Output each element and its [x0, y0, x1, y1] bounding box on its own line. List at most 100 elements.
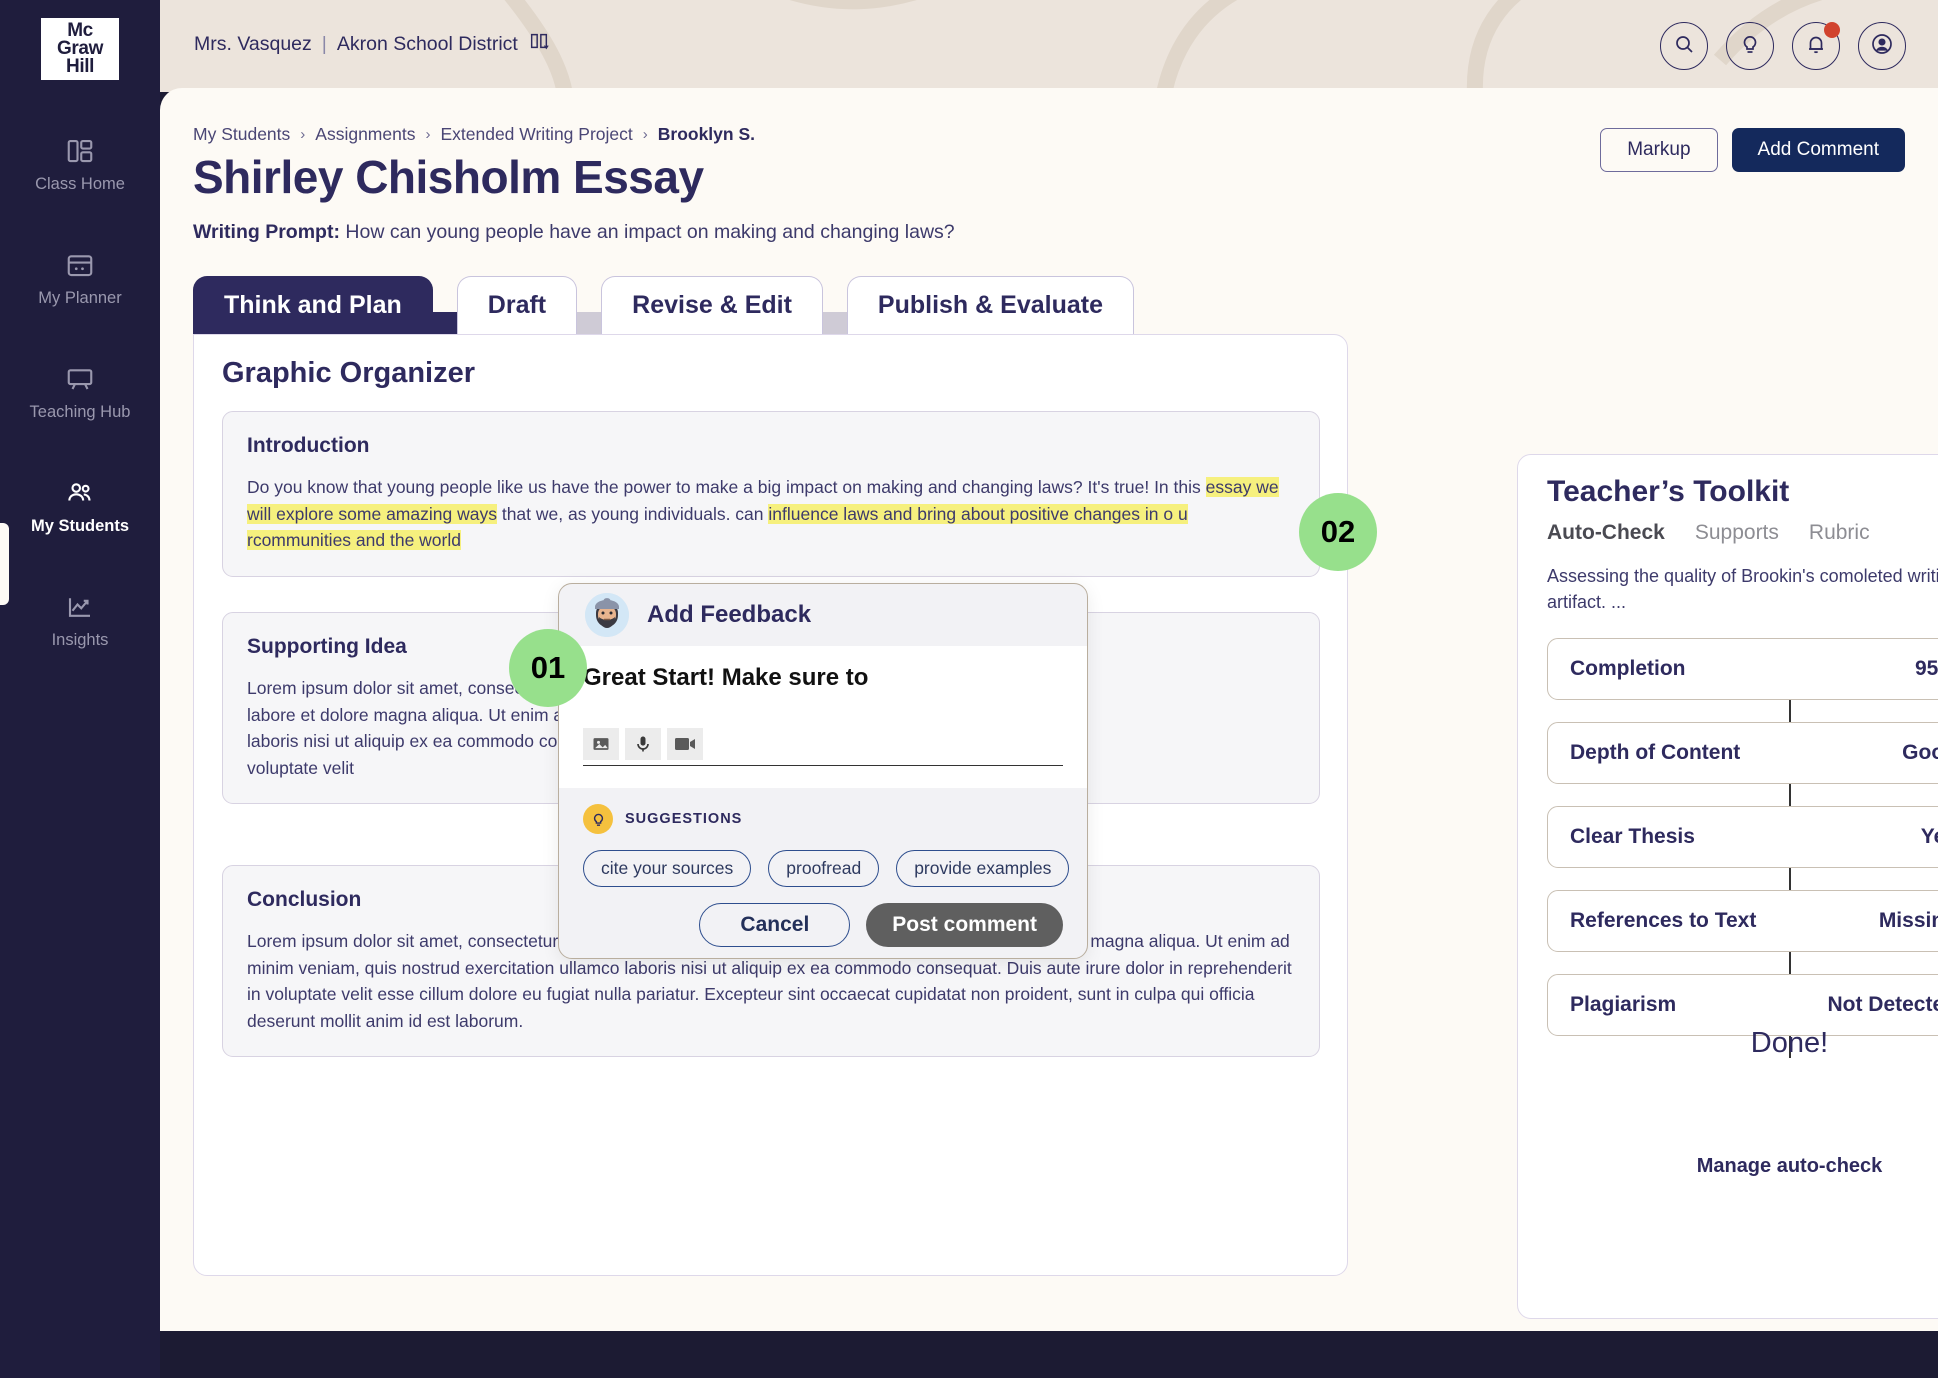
check-label: Completion — [1570, 657, 1686, 680]
add-feedback-modal: Add Feedback Great Start! Make sure to S… — [558, 583, 1088, 959]
toolkit-done-label: Done! — [1750, 1027, 1829, 1059]
app-root: Mc Graw Hill Class Home My Planner Teach… — [0, 0, 1938, 1378]
tab-connector-1 — [575, 312, 604, 334]
sidebar-item-class-home[interactable]: Class Home — [0, 136, 160, 194]
bell-icon — [1804, 32, 1828, 61]
breadcrumb-separator: › — [425, 126, 431, 143]
panel-heading: Graphic Organizer — [222, 357, 476, 389]
tab-think-and-plan[interactable]: Think and Plan — [193, 276, 433, 334]
sidebar: Mc Graw Hill Class Home My Planner Teach… — [0, 0, 160, 1378]
breadcrumb-item-2[interactable]: Extended Writing Project — [440, 124, 632, 145]
sidebar-item-teaching-hub[interactable]: Teaching Hub — [0, 364, 160, 422]
topbar: Mrs. Vasquez | Akron School District — [160, 0, 1938, 92]
check-result: Good — [1902, 735, 1938, 772]
sidebar-label: Insights — [51, 631, 109, 649]
cancel-button[interactable]: Cancel — [699, 903, 851, 947]
markup-button[interactable]: Markup — [1600, 128, 1718, 172]
check-row-clear-thesis[interactable]: Clear Thesis Yes — [1547, 806, 1938, 868]
manage-auto-check-link[interactable]: Manage auto-check — [1518, 1155, 1938, 1178]
section-card-introduction: Introduction Do you know that young peop… — [222, 411, 1320, 577]
sidebar-active-indicator — [0, 523, 9, 605]
feedback-toolbar — [583, 728, 1063, 766]
toolkit-tabs: Auto-Check Supports Rubric — [1547, 521, 1870, 545]
chart-icon — [65, 592, 95, 622]
tab-revise-and-edit[interactable]: Revise & Edit — [601, 276, 823, 334]
search-button[interactable] — [1660, 22, 1708, 70]
suggestion-chips: cite your sources proofread provide exam… — [559, 834, 1087, 887]
avatar — [585, 593, 629, 637]
modal-body: Great Start! Make sure to — [559, 646, 1087, 788]
check-label: References to Text — [1570, 909, 1757, 932]
toolkit-tab-auto-check[interactable]: Auto-Check — [1547, 521, 1665, 545]
teachers-toolkit-panel: Teacher’s Toolkit Auto-Check Supports Ru… — [1517, 454, 1938, 1319]
breadcrumb-item-0[interactable]: My Students — [193, 124, 290, 145]
suggestion-chip-cite-your-sources[interactable]: cite your sources — [583, 850, 752, 887]
toolkit-tab-supports[interactable]: Supports — [1695, 521, 1779, 545]
suggestions-header: SUGGESTIONS — [559, 788, 1087, 834]
sidebar-item-insights[interactable]: Insights — [0, 592, 160, 650]
check-result: Yes — [1921, 819, 1938, 856]
sidebar-item-my-planner[interactable]: My Planner — [0, 250, 160, 308]
calendar-icon — [65, 250, 95, 280]
tab-connector-2 — [820, 312, 849, 334]
tab-publish-and-evaluate[interactable]: Publish & Evaluate — [846, 276, 1134, 334]
text-run: Do you know that young people like us ha… — [247, 477, 1206, 497]
lightbulb-icon — [583, 804, 613, 834]
post-comment-button[interactable]: Post comment — [866, 903, 1063, 947]
toolkit-title: Teacher’s Toolkit — [1547, 475, 1790, 508]
video-icon[interactable] — [667, 728, 703, 760]
writing-prompt-text: How can young people have an impact on m… — [345, 221, 955, 243]
account-icon — [1870, 32, 1894, 61]
topbar-actions — [1660, 22, 1906, 70]
sidebar-label: Teaching Hub — [29, 403, 131, 421]
add-comment-button[interactable]: Add Comment — [1731, 128, 1905, 172]
notification-badge — [1824, 22, 1840, 38]
breadcrumb-separator: › — [642, 126, 648, 143]
header-actions: Markup Add Comment — [1600, 128, 1905, 172]
image-icon[interactable] — [583, 728, 619, 760]
sidebar-label: My Students — [30, 517, 130, 535]
row-connector — [1789, 868, 1791, 890]
tab-draft[interactable]: Draft — [456, 276, 578, 334]
check-row-depth-of-content[interactable]: Depth of Content Good — [1547, 722, 1938, 784]
row-connector — [1789, 952, 1791, 974]
account-button[interactable] — [1858, 22, 1906, 70]
suggestion-chip-provide-examples[interactable]: provide examples — [896, 850, 1070, 887]
breadcrumb-item-3[interactable]: Brooklyn S. — [658, 124, 755, 145]
text-run: that we, as young individuals. can — [496, 503, 769, 524]
writing-prompt: Writing Prompt: How can young people hav… — [193, 221, 955, 244]
breadcrumb-separator: › — [300, 126, 306, 143]
feedback-input[interactable]: Great Start! Make sure to — [583, 664, 1063, 698]
mcgraw-hill-logo[interactable]: Mc Graw Hill — [41, 18, 119, 80]
tab-connector-0 — [430, 312, 459, 334]
breadcrumb-item-1[interactable]: Assignments — [315, 124, 415, 145]
page-title: Shirley Chisholm Essay — [193, 151, 704, 203]
user-avatar-bearded-icon — [585, 593, 629, 637]
section-body: Do you know that young people like us ha… — [247, 474, 1295, 554]
check-row-references-to-text[interactable]: References to Text Missing — [1547, 890, 1938, 952]
check-value: Missing — [1878, 909, 1938, 932]
check-value: Not Detected — [1827, 993, 1938, 1016]
check-result: Missing — [1879, 903, 1938, 940]
notifications-button[interactable] — [1792, 22, 1840, 70]
help-button[interactable] — [1726, 22, 1774, 70]
check-label: Plagiarism — [1570, 993, 1677, 1016]
dashboard-icon — [65, 136, 95, 166]
sidebar-item-my-students[interactable]: My Students — [0, 478, 160, 536]
check-label: Clear Thesis — [1570, 825, 1695, 848]
check-row-completion[interactable]: Completion 95% — [1547, 638, 1938, 700]
microphone-icon[interactable] — [625, 728, 661, 760]
stage-tabs: Think and Plan Draft Revise & Edit Publi… — [193, 276, 1134, 334]
check-label: Depth of Content — [1570, 741, 1741, 764]
check-value: Yes — [1920, 825, 1938, 848]
modal-title: Add Feedback — [647, 601, 812, 628]
people-icon — [65, 478, 95, 508]
suggestion-chip-proofread[interactable]: proofread — [768, 850, 880, 887]
modal-header: Add Feedback — [559, 584, 1087, 646]
modal-actions: Cancel Post comment — [559, 887, 1087, 947]
check-result: Not Detected — [1827, 987, 1938, 1024]
toolkit-tab-rubric[interactable]: Rubric — [1809, 521, 1870, 545]
search-icon — [1672, 32, 1696, 61]
book-icon[interactable] — [528, 30, 550, 58]
section-title: Introduction — [247, 434, 370, 457]
